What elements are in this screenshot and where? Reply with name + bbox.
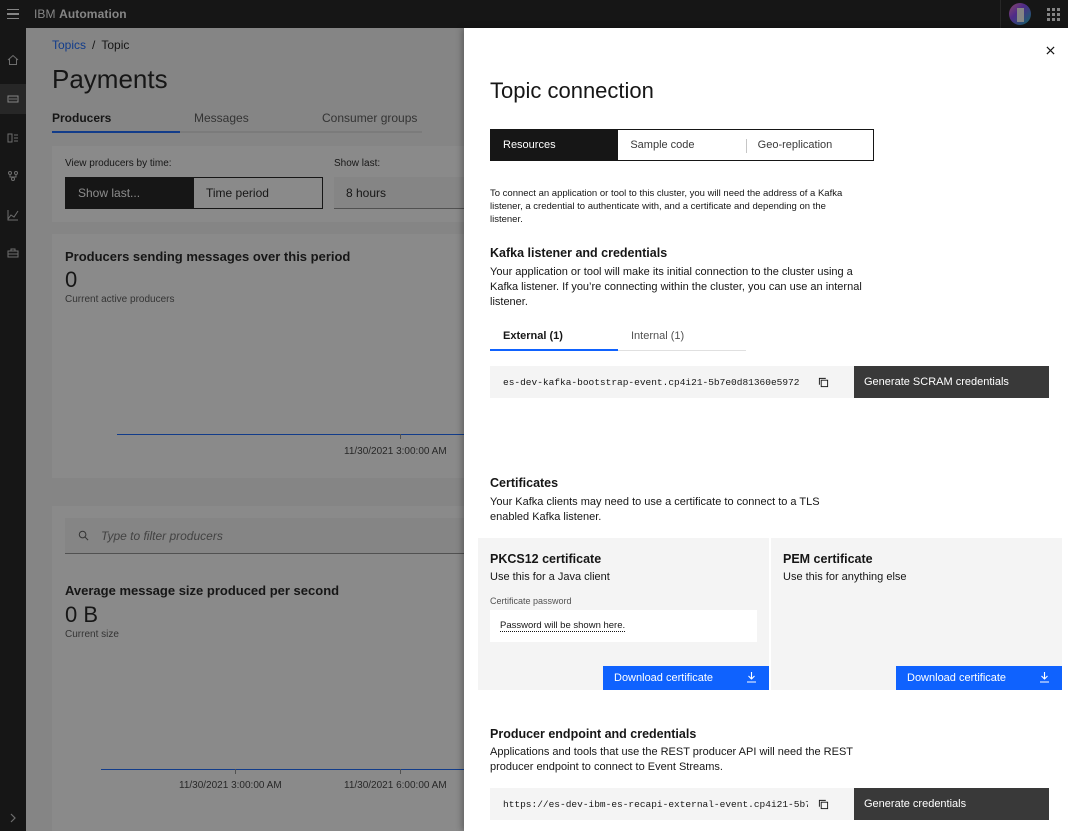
producer-heading: Producer endpoint and credentials [490,727,697,741]
close-icon[interactable] [1042,42,1058,58]
certificate-password-field[interactable]: Password will be shown here. [490,610,757,642]
kafka-description: Your application or tool will make its i… [490,266,862,308]
generate-scram-button[interactable]: Generate SCRAM credentials [854,366,1049,398]
certificates-description: Your Kafka clients may need to use a cer… [490,496,820,523]
pkcs12-title: PKCS12 certificate [490,552,602,566]
download-pkcs12-label: Download certificate [614,672,714,684]
tab-internal[interactable]: Internal (1) [618,328,746,351]
geo-replication-switch[interactable]: Geo-replication [745,130,873,160]
pem-title: PEM certificate [783,552,873,566]
resources-switch[interactable]: Resources [491,130,619,160]
pem-certificate-tile: PEM certificate Use this for anything el… [771,538,1062,690]
certificates-heading: Certificates [490,476,559,490]
topic-connection-panel: Topic connection Resources Sample code G… [464,28,1068,831]
certificate-password-value: Password will be shown here. [500,620,626,632]
intro-text: To connect an application or tool to thi… [490,188,843,225]
sample-code-switch[interactable]: Sample code [618,130,745,160]
download-pem-label: Download certificate [907,672,1007,684]
generate-credentials-button[interactable]: Generate credentials [854,788,1049,820]
pem-description: Use this for anything else [783,571,907,583]
kafka-heading: Kafka listener and credentials [490,246,668,260]
producer-description: Applications and tools that use the REST… [490,746,853,773]
download-pem-button[interactable]: Download certificate [896,666,1062,690]
download-icon [746,671,757,686]
listener-tabs: External (1) Internal (1) [490,328,746,351]
producer-endpoint-field[interactable]: https://es-dev-ibm-es-recapi-external-ev… [490,788,854,820]
pkcs12-certificate-tile: PKCS12 certificate Use this for a Java c… [478,538,769,690]
download-icon [1039,671,1050,686]
kafka-address-field[interactable]: es-dev-kafka-bootstrap-event.cp4i21-5b7e… [490,366,854,398]
producer-endpoint-value: https://es-dev-ibm-es-recapi-external-ev… [503,798,808,810]
panel-title: Topic connection [490,78,654,103]
certificate-password-label: Certificate password [490,596,572,606]
copy-icon[interactable] [808,377,838,388]
download-pkcs12-button[interactable]: Download certificate [603,666,769,690]
tab-external[interactable]: External (1) [490,328,618,351]
pkcs12-description: Use this for a Java client [490,571,610,583]
kafka-address-value: es-dev-kafka-bootstrap-event.cp4i21-5b7e… [503,376,800,388]
copy-icon[interactable] [808,799,838,810]
connection-content-switcher: Resources Sample code Geo-replication [490,129,874,161]
